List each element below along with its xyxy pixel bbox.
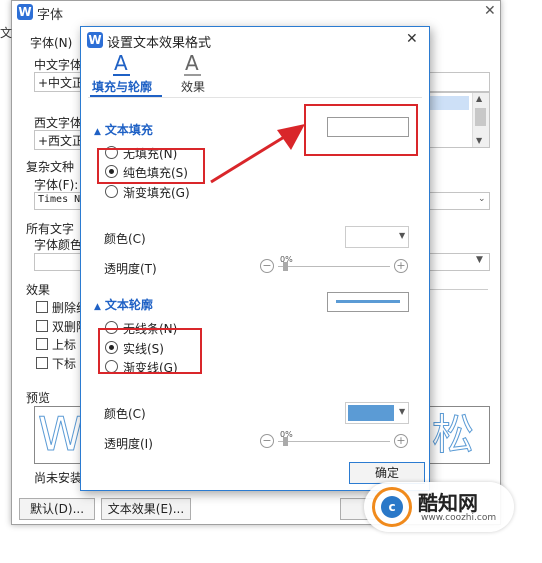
- chinese-font-value: +中文正: [38, 76, 85, 90]
- font-dialog-title: 字体: [37, 8, 64, 23]
- effects-divider: [430, 289, 488, 290]
- double-strikethrough-checkbox[interactable]: [36, 320, 48, 332]
- ok-button[interactable]: 确定: [349, 462, 425, 484]
- close-icon[interactable]: ✕: [406, 31, 418, 47]
- font-dialog-titlebar: [12, 1, 500, 25]
- gradient-fill-radio[interactable]: [105, 185, 118, 198]
- left-edge-label: 文: [0, 26, 13, 40]
- complex-script-label: 复杂文种: [26, 160, 75, 174]
- outline-transparency-decrease-icon[interactable]: −: [260, 434, 274, 448]
- effects-tab-icon: A: [185, 51, 199, 75]
- annotation-box-fill-options: [97, 148, 205, 184]
- double-strikethrough-label: 双删除: [52, 320, 80, 334]
- outline-color-label: 颜色(C): [104, 407, 146, 421]
- fill-transparency-increase-icon[interactable]: +: [394, 259, 408, 273]
- scroll-thumb[interactable]: [475, 108, 486, 126]
- tab-effects-label: 效果: [181, 80, 206, 94]
- annotation-box-line-options: [98, 328, 202, 374]
- fill-transparency-value: 0%: [280, 255, 293, 264]
- fill-color-label: 颜色(C): [104, 232, 146, 246]
- preview-glyph-right: 松: [431, 410, 475, 460]
- outline-preview-line: [336, 300, 400, 303]
- gradient-fill-label[interactable]: 渐变填充(G): [123, 184, 190, 201]
- fill-outline-tab-underline: [113, 74, 130, 76]
- outline-color-swatch: [348, 405, 394, 421]
- chevron-down-icon[interactable]: ⌄: [478, 194, 486, 204]
- superscript-checkbox[interactable]: [36, 338, 48, 350]
- western-font-value: +西文正: [38, 134, 85, 148]
- all-text-label: 所有文字: [26, 222, 75, 236]
- strikethrough-label: 删除线: [52, 301, 80, 315]
- tabs-divider: [88, 97, 422, 98]
- subscript-checkbox[interactable]: [36, 357, 48, 369]
- font-color-label: 字体颜色: [34, 238, 83, 252]
- subscript-label: 下标: [52, 357, 77, 371]
- dialog-title: 设置文本效果格式: [107, 36, 212, 51]
- text-outline-section-title[interactable]: ▲ 文本轮廓: [94, 296, 153, 313]
- scroll-up-icon[interactable]: ▲: [476, 94, 482, 103]
- font-not-installed-note: 尚未安装: [34, 471, 83, 485]
- chevron-down-icon[interactable]: ▼: [476, 255, 483, 265]
- fill-transparency-decrease-icon[interactable]: −: [260, 259, 274, 273]
- complex-font-label: 字体(F):: [34, 178, 79, 192]
- collapse-triangle-icon: ▲: [94, 302, 101, 312]
- fill-color-dropdown-icon[interactable]: ▼: [399, 231, 405, 240]
- font-size-list-selected: [429, 96, 469, 110]
- western-font-label: 西文字体: [34, 116, 83, 130]
- outline-transparency-label: 透明度(I): [104, 437, 153, 451]
- chinese-font-label: 中文字体: [34, 58, 83, 72]
- outline-transparency-value: 0%: [280, 430, 293, 439]
- strikethrough-checkbox[interactable]: [36, 301, 48, 313]
- preview-label: 预览: [26, 391, 51, 405]
- coozhi-logo-inner-icon: c: [381, 496, 403, 518]
- outline-transparency-increase-icon[interactable]: +: [394, 434, 408, 448]
- font-color-field[interactable]: [34, 253, 82, 271]
- annotation-arrow: [210, 124, 305, 184]
- superscript-label: 上标: [52, 338, 77, 352]
- font-dialog-close-icon[interactable]: ✕: [484, 3, 496, 19]
- outline-transparency-track[interactable]: [278, 441, 390, 442]
- fill-transparency-track[interactable]: [278, 266, 390, 267]
- outline-color-dropdown-icon[interactable]: ▼: [399, 407, 405, 416]
- tab-fill-outline-label: 填充与轮廓: [92, 80, 153, 94]
- collapse-triangle-icon: ▲: [94, 127, 101, 137]
- fill-outline-tab-icon: A: [114, 51, 128, 75]
- wps-logo-icon: W: [87, 32, 103, 48]
- text-effect-button[interactable]: 文本效果(E)...: [101, 498, 191, 520]
- watermark-url: www.coozhi.com: [421, 513, 497, 523]
- scroll-down-icon[interactable]: ▼: [476, 136, 482, 145]
- font-list-box[interactable]: [428, 72, 490, 92]
- preview-glyph-left: W: [37, 407, 84, 461]
- watermark-brand: 酷知网: [418, 491, 478, 515]
- effects-tab-underline: [184, 74, 201, 76]
- complex-font-value: Times N: [38, 194, 81, 205]
- default-button[interactable]: 默认(D)...: [19, 498, 95, 520]
- annotation-box-swatch: [304, 104, 418, 156]
- text-fill-section-title[interactable]: ▲ 文本填充: [94, 121, 153, 138]
- effects-label: 效果: [26, 283, 51, 297]
- fill-transparency-label: 透明度(T): [104, 262, 157, 276]
- wps-logo-icon: W: [17, 4, 33, 20]
- font-tab-label[interactable]: 字体(N): [30, 34, 72, 51]
